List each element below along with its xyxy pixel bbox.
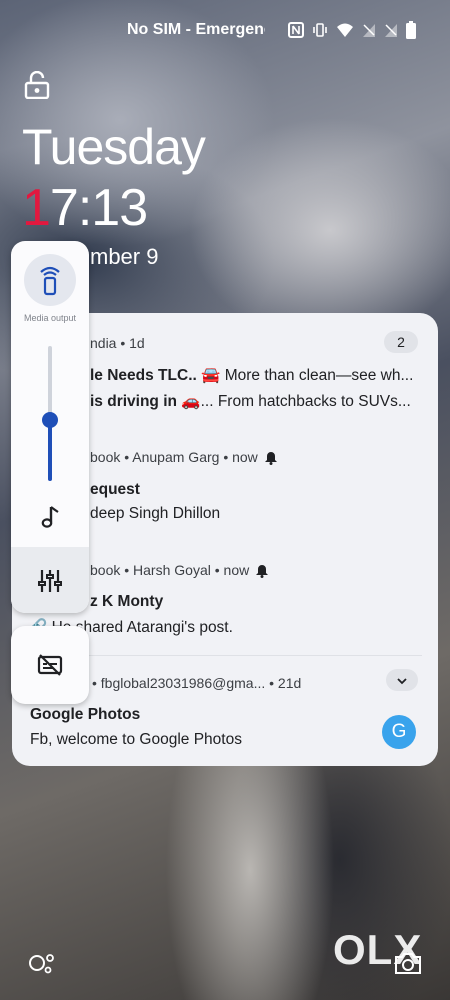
notification-body-bold: is driving in 🚗 xyxy=(90,393,201,410)
notification-body: deep Singh Dhillon xyxy=(90,505,221,522)
notification-meta: book • Anupam Garg • now xyxy=(90,449,258,465)
media-output-icon xyxy=(40,266,60,296)
notification-title: z K Monty xyxy=(90,593,164,610)
no-signal-icon xyxy=(363,24,375,37)
live-caption-button[interactable] xyxy=(11,626,89,704)
music-note-icon[interactable] xyxy=(36,503,64,531)
volume-slider-thumb[interactable] xyxy=(42,412,58,428)
media-output-button[interactable] xyxy=(24,254,76,306)
expand-button[interactable] xyxy=(386,669,418,691)
notification-title: Google Photos xyxy=(30,706,141,723)
notification-title: equest xyxy=(90,481,140,498)
media-output-label: Media output xyxy=(23,313,77,323)
lockscreen-day: Tuesday xyxy=(22,119,206,175)
bell-icon xyxy=(264,452,277,466)
notification-body-line: is driving in 🚗... From hatchbacks to SU… xyxy=(90,392,430,411)
wifi-icon xyxy=(337,23,353,37)
voice-assistant-icon[interactable] xyxy=(28,950,56,976)
notification-count-badge[interactable]: 2 xyxy=(384,331,418,353)
notification-meta-line: book • Harsh Goyal • now xyxy=(90,562,269,579)
captions-off-icon xyxy=(37,654,63,676)
nfc-icon xyxy=(288,22,304,38)
camera-icon[interactable] xyxy=(394,950,422,976)
notification-body: ... From hatchbacks to SUVs... xyxy=(200,393,411,410)
battery-icon xyxy=(406,21,416,39)
clock-first-digit: 1 xyxy=(22,179,51,237)
volume-slider-fill xyxy=(48,420,52,481)
notification-meta: book • Harsh Goyal • now xyxy=(90,562,250,578)
notification-title-line: le Needs TLC.. 🚘 More than clean—see wh.… xyxy=(90,366,430,385)
unlock-icon[interactable] xyxy=(24,71,50,99)
notification-meta: • fbglobal23031986@gma... • 21d xyxy=(92,675,302,691)
lockscreen-date: mber 9 xyxy=(90,244,159,269)
notification-meta-line: book • Anupam Garg • now xyxy=(90,449,278,466)
notification-title-rest: More than clean—see wh... xyxy=(220,367,414,384)
clock-rest: 7:13 xyxy=(49,179,148,237)
avatar: G xyxy=(382,715,416,749)
bell-icon xyxy=(256,565,269,579)
notification-body: Fb, welcome to Google Photos xyxy=(30,731,242,748)
chevron-down-icon xyxy=(397,678,407,685)
no-signal-icon xyxy=(385,24,397,37)
volume-panel: Media output xyxy=(11,241,89,613)
notification-meta: ndia • 1d xyxy=(90,335,145,351)
equalizer-icon xyxy=(38,570,62,592)
status-bar: No SIM - Emergency calls only xyxy=(0,0,450,60)
carrier-text: No SIM - Emergency calls only xyxy=(127,21,265,38)
sound-settings-button[interactable] xyxy=(11,547,89,613)
notification-title: le Needs TLC.. 🚘 xyxy=(90,367,221,384)
lockscreen-clock: 17:13 xyxy=(22,178,148,238)
status-icons xyxy=(288,21,416,39)
vibrate-icon xyxy=(313,23,327,37)
